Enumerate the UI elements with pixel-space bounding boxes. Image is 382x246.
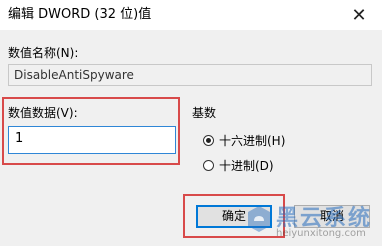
cancel-button[interactable]: 取消 <box>294 205 370 228</box>
radio-decimal[interactable]: 十进制(D) <box>203 157 274 174</box>
value-data-input[interactable]: 1 <box>8 126 176 154</box>
edit-dword-dialog: 编辑 DWORD (32 位)值 ✕ 数值名称(N): DisableAntiS… <box>0 0 382 246</box>
radio-hexadecimal[interactable]: 十六进制(H) <box>203 132 285 149</box>
title-bar: 编辑 DWORD (32 位)值 ✕ <box>0 0 382 30</box>
radio-decimal-indicator[interactable] <box>203 160 214 171</box>
base-label: 基数 <box>192 106 217 120</box>
radio-decimal-label: 十进制(D) <box>219 159 274 173</box>
window-title: 编辑 DWORD (32 位)值 <box>8 7 152 22</box>
close-icon[interactable]: ✕ <box>336 0 382 30</box>
value-name-label: 数值名称(N): <box>8 46 79 60</box>
watermark-url: heiyunxitong.com <box>276 228 366 239</box>
value-data-label: 数值数据(V): <box>8 106 78 120</box>
ok-button[interactable]: 确定 <box>196 205 272 228</box>
radio-hexadecimal-indicator[interactable] <box>203 135 214 146</box>
radio-hexadecimal-label: 十六进制(H) <box>219 134 286 148</box>
value-name-field[interactable]: DisableAntiSpyware <box>8 64 372 86</box>
